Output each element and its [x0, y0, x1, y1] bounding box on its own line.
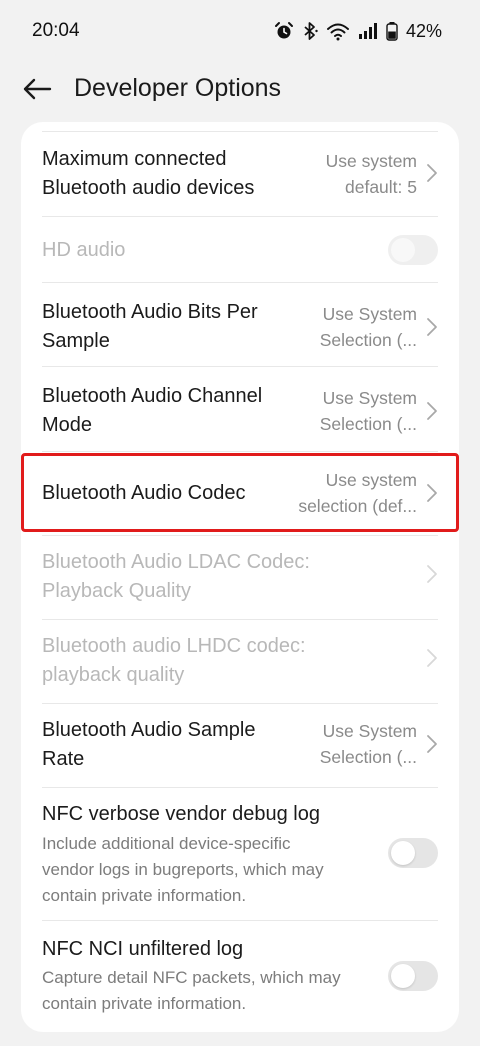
chevron-right-icon — [427, 164, 437, 182]
setting-title-line: Maximum connected — [42, 148, 227, 170]
battery-icon — [386, 22, 398, 41]
setting-title-line: Bluetooth audio devices — [42, 177, 255, 199]
setting-title: Bluetooth Audio Codec — [42, 482, 246, 504]
chevron-right-icon — [427, 735, 437, 753]
back-button[interactable] — [20, 74, 54, 104]
setting-title-line: Bluetooth Audio Bits Per — [42, 301, 258, 323]
page-title: Developer Options — [74, 74, 282, 102]
toggle-knob — [391, 964, 415, 988]
setting-bluetooth-audio-codec[interactable]: Bluetooth Audio Codec Use system selecti… — [21, 452, 459, 536]
setting-value-line: Selection (... — [319, 330, 417, 350]
chevron-right-icon — [427, 402, 437, 420]
chevron-right-icon — [427, 484, 437, 502]
setting-title-line: Mode — [42, 414, 93, 436]
battery-percentage: 42% — [405, 20, 442, 41]
setting-hd-audio[interactable]: HD audio — [21, 217, 459, 283]
status-time: 20:04 — [32, 20, 80, 41]
nfc-nci-log-toggle[interactable] — [388, 961, 438, 991]
wifi-icon — [326, 23, 349, 41]
setting-title: NFC verbose vendor debug log — [42, 803, 320, 825]
setting-title-line: Bluetooth Audio Channel — [42, 385, 263, 407]
setting-title-line: Sample — [42, 330, 110, 352]
setting-bits-per-sample[interactable]: Bluetooth Audio Bits Per Sample Use Syst… — [21, 283, 459, 367]
settings-card: Maximum connected Bluetooth audio device… — [21, 122, 459, 1032]
hd-audio-toggle[interactable] — [388, 235, 438, 265]
bluetooth-icon — [304, 22, 318, 40]
setting-ldac-playback-quality[interactable]: Bluetooth Audio LDAC Codec: Playback Qua… — [21, 536, 459, 620]
setting-max-bluetooth-devices[interactable]: Maximum connected Bluetooth audio device… — [21, 132, 459, 217]
signal-icon — [358, 23, 377, 39]
toggle-knob — [391, 841, 415, 865]
toggle-knob — [391, 238, 415, 262]
setting-title-line: Playback Quality — [42, 580, 191, 602]
app-bar: Developer Options — [0, 62, 480, 118]
setting-description-line: contain private information. — [42, 886, 247, 905]
setting-description-line: contain private information. — [42, 994, 247, 1013]
setting-nfc-vendor-debug-log[interactable]: NFC verbose vendor debug log Include add… — [21, 788, 459, 921]
screen: 20:04 42% Developer Options Maximum conn… — [0, 0, 480, 1046]
setting-title-line: Bluetooth audio LHDC codec: — [42, 635, 306, 657]
setting-value-line: Use System — [322, 721, 417, 741]
setting-value-line: Use system — [325, 151, 417, 171]
setting-channel-mode[interactable]: Bluetooth Audio Channel Mode Use System … — [21, 367, 459, 452]
setting-description-line: vendor logs in bugreports, which may — [42, 860, 324, 879]
setting-title-line: Bluetooth Audio Sample — [42, 719, 256, 741]
setting-title: NFC NCI unfiltered log — [42, 938, 244, 960]
setting-value-line: default: 5 — [345, 177, 417, 197]
nfc-vendor-log-toggle[interactable] — [388, 838, 438, 868]
setting-description-line: Include additional device-specific — [42, 834, 291, 853]
setting-sample-rate[interactable]: Bluetooth Audio Sample Rate Use System S… — [21, 704, 459, 788]
setting-value-line: Selection (... — [319, 414, 417, 434]
setting-title: HD audio — [42, 239, 126, 261]
setting-value-line: Use System — [322, 388, 417, 408]
chevron-right-icon — [427, 565, 437, 583]
setting-value-line: Selection (... — [319, 747, 417, 767]
chevron-right-icon — [427, 318, 437, 336]
setting-lhdc-playback-quality[interactable]: Bluetooth audio LHDC codec: playback qua… — [21, 620, 459, 704]
setting-value-line: Use system — [325, 470, 417, 490]
status-icons: 42% — [274, 21, 442, 42]
setting-nfc-nci-unfiltered-log[interactable]: NFC NCI unfiltered log Capture detail NF… — [21, 921, 459, 1032]
setting-title-line: playback quality — [42, 664, 185, 686]
alarm-icon — [274, 22, 293, 39]
setting-title-line: Bluetooth Audio LDAC Codec: — [42, 551, 310, 573]
setting-description-line: Capture detail NFC packets, which may — [42, 968, 341, 987]
setting-title-line: Rate — [42, 748, 85, 770]
setting-value-line: Use System — [322, 304, 417, 324]
chevron-right-icon — [427, 649, 437, 667]
arrow-left-icon — [23, 78, 52, 100]
setting-value-line: selection (def... — [298, 496, 417, 516]
status-bar: 20:04 42% — [0, 0, 480, 62]
